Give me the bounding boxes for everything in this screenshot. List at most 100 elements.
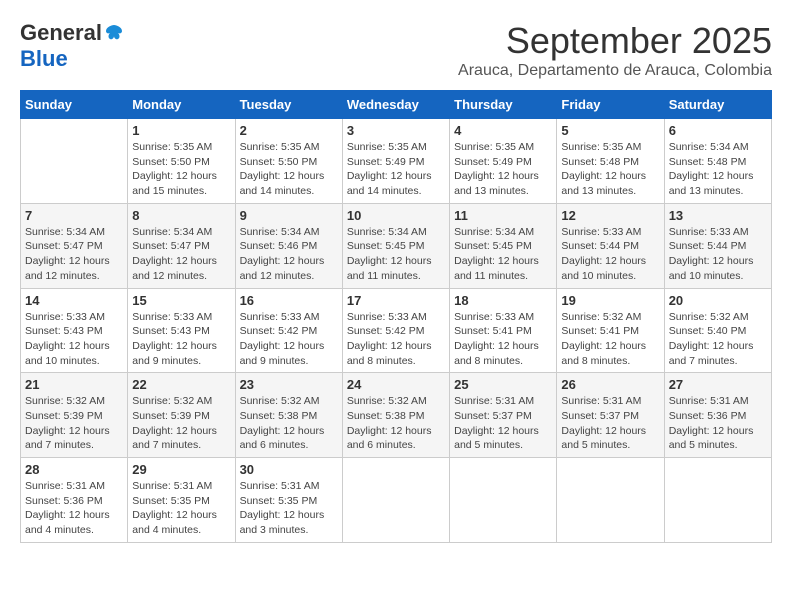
calendar-cell: 14Sunrise: 5:33 AM Sunset: 5:43 PM Dayli… [21, 288, 128, 373]
cell-sun-info: Sunrise: 5:33 AM Sunset: 5:41 PM Dayligh… [454, 310, 552, 369]
cell-sun-info: Sunrise: 5:35 AM Sunset: 5:49 PM Dayligh… [454, 140, 552, 199]
weekday-header-sunday: Sunday [21, 91, 128, 119]
day-number: 17 [347, 293, 445, 308]
calendar-cell: 26 Sunrise: 5:31 AM Sunset: 5:37 PM Dayli… [557, 373, 664, 458]
calendar-cell: 30Sunrise: 5:31 AM Sunset: 5:35 PM Dayli… [235, 458, 342, 543]
day-number: 7 [25, 208, 123, 223]
calendar-cell: 28 Sunrise: 5:31 AM Sunset: 5:36 PM Dayli… [21, 458, 128, 543]
calendar-cell [342, 458, 449, 543]
day-number: 12 [561, 208, 659, 223]
calendar-week-row: 7 Sunrise: 5:34 AM Sunset: 5:47 PM Daylig… [21, 203, 772, 288]
calendar-cell [21, 119, 128, 204]
calendar-cell: 17 Sunrise: 5:33 AM Sunset: 5:42 PM Dayli… [342, 288, 449, 373]
cell-sun-info: Sunrise: 5:33 AM Sunset: 5:42 PM Dayligh… [347, 310, 445, 369]
logo-blue: Blue [20, 46, 68, 72]
calendar-cell: 7 Sunrise: 5:34 AM Sunset: 5:47 PM Daylig… [21, 203, 128, 288]
day-number: 6 [669, 123, 767, 138]
cell-sun-info: Sunrise: 5:32 AM Sunset: 5:40 PM Dayligh… [669, 310, 767, 369]
day-number: 23 [240, 377, 338, 392]
calendar-cell [664, 458, 771, 543]
cell-sun-info: Sunrise: 5:32 AM Sunset: 5:41 PM Dayligh… [561, 310, 659, 369]
calendar-cell: 22 Sunrise: 5:32 AM Sunset: 5:39 PM Dayli… [128, 373, 235, 458]
calendar-header-row: SundayMondayTuesdayWednesdayThursdayFrid… [21, 91, 772, 119]
cell-sun-info: Sunrise: 5:32 AM Sunset: 5:38 PM Dayligh… [240, 394, 338, 453]
day-number: 1 [132, 123, 230, 138]
calendar-cell: 6 Sunrise: 5:34 AM Sunset: 5:48 PM Daylig… [664, 119, 771, 204]
cell-sun-info: Sunrise: 5:34 AM Sunset: 5:48 PM Dayligh… [669, 140, 767, 199]
weekday-header-friday: Friday [557, 91, 664, 119]
calendar-cell: 16Sunrise: 5:33 AM Sunset: 5:42 PM Dayli… [235, 288, 342, 373]
day-number: 22 [132, 377, 230, 392]
day-number: 26 [561, 377, 659, 392]
cell-sun-info: Sunrise: 5:34 AM Sunset: 5:47 PM Dayligh… [132, 225, 230, 284]
calendar-cell: 4 Sunrise: 5:35 AM Sunset: 5:49 PM Daylig… [450, 119, 557, 204]
cell-sun-info: Sunrise: 5:31 AM Sunset: 5:37 PM Dayligh… [561, 394, 659, 453]
calendar-cell: 19 Sunrise: 5:32 AM Sunset: 5:41 PM Dayli… [557, 288, 664, 373]
day-number: 3 [347, 123, 445, 138]
cell-sun-info: Sunrise: 5:32 AM Sunset: 5:39 PM Dayligh… [25, 394, 123, 453]
day-number: 24 [347, 377, 445, 392]
calendar-cell: 20 Sunrise: 5:32 AM Sunset: 5:40 PM Dayli… [664, 288, 771, 373]
calendar-cell: 15 Sunrise: 5:33 AM Sunset: 5:43 PM Dayli… [128, 288, 235, 373]
day-number: 2 [240, 123, 338, 138]
logo-bird-icon [104, 23, 124, 43]
cell-sun-info: Sunrise: 5:34 AM Sunset: 5:47 PM Dayligh… [25, 225, 123, 284]
cell-sun-info: Sunrise: 5:33 AM Sunset: 5:44 PM Dayligh… [561, 225, 659, 284]
calendar-cell: 2 Sunrise: 5:35 AM Sunset: 5:50 PM Daylig… [235, 119, 342, 204]
day-number: 29 [132, 462, 230, 477]
cell-sun-info: Sunrise: 5:31 AM Sunset: 5:35 PM Dayligh… [132, 479, 230, 538]
cell-sun-info: Sunrise: 5:31 AM Sunset: 5:36 PM Dayligh… [25, 479, 123, 538]
calendar-cell: 5 Sunrise: 5:35 AM Sunset: 5:48 PM Daylig… [557, 119, 664, 204]
weekday-header-monday: Monday [128, 91, 235, 119]
calendar-cell: 11 Sunrise: 5:34 AM Sunset: 5:45 PM Dayli… [450, 203, 557, 288]
calendar-cell: 25 Sunrise: 5:31 AM Sunset: 5:37 PM Dayli… [450, 373, 557, 458]
day-number: 8 [132, 208, 230, 223]
calendar-cell: 21Sunrise: 5:32 AM Sunset: 5:39 PM Dayli… [21, 373, 128, 458]
day-number: 28 [25, 462, 123, 477]
page-header: General Blue September 2025 Arauca, Depa… [20, 20, 772, 80]
calendar-table: SundayMondayTuesdayWednesdayThursdayFrid… [20, 90, 772, 543]
cell-sun-info: Sunrise: 5:35 AM Sunset: 5:50 PM Dayligh… [240, 140, 338, 199]
day-number: 25 [454, 377, 552, 392]
day-number: 14 [25, 293, 123, 308]
calendar-week-row: 21Sunrise: 5:32 AM Sunset: 5:39 PM Dayli… [21, 373, 772, 458]
weekday-header-saturday: Saturday [664, 91, 771, 119]
calendar-week-row: 1 Sunrise: 5:35 AM Sunset: 5:50 PM Daylig… [21, 119, 772, 204]
calendar-cell: 29 Sunrise: 5:31 AM Sunset: 5:35 PM Dayli… [128, 458, 235, 543]
day-number: 10 [347, 208, 445, 223]
day-number: 18 [454, 293, 552, 308]
calendar-cell: 8 Sunrise: 5:34 AM Sunset: 5:47 PM Daylig… [128, 203, 235, 288]
day-number: 15 [132, 293, 230, 308]
cell-sun-info: Sunrise: 5:33 AM Sunset: 5:43 PM Dayligh… [132, 310, 230, 369]
calendar-cell [450, 458, 557, 543]
calendar-cell: 27Sunrise: 5:31 AM Sunset: 5:36 PM Dayli… [664, 373, 771, 458]
month-title: September 2025 [458, 20, 772, 62]
day-number: 5 [561, 123, 659, 138]
cell-sun-info: Sunrise: 5:33 AM Sunset: 5:44 PM Dayligh… [669, 225, 767, 284]
day-number: 4 [454, 123, 552, 138]
calendar-cell: 9Sunrise: 5:34 AM Sunset: 5:46 PM Daylig… [235, 203, 342, 288]
calendar-cell: 24Sunrise: 5:32 AM Sunset: 5:38 PM Dayli… [342, 373, 449, 458]
day-number: 11 [454, 208, 552, 223]
calendar-cell [557, 458, 664, 543]
cell-sun-info: Sunrise: 5:35 AM Sunset: 5:48 PM Dayligh… [561, 140, 659, 199]
calendar-cell: 1 Sunrise: 5:35 AM Sunset: 5:50 PM Daylig… [128, 119, 235, 204]
calendar-cell: 13Sunrise: 5:33 AM Sunset: 5:44 PM Dayli… [664, 203, 771, 288]
calendar-cell: 23 Sunrise: 5:32 AM Sunset: 5:38 PM Dayli… [235, 373, 342, 458]
cell-sun-info: Sunrise: 5:32 AM Sunset: 5:39 PM Dayligh… [132, 394, 230, 453]
calendar-cell: 10 Sunrise: 5:34 AM Sunset: 5:45 PM Dayli… [342, 203, 449, 288]
weekday-header-thursday: Thursday [450, 91, 557, 119]
cell-sun-info: Sunrise: 5:35 AM Sunset: 5:50 PM Dayligh… [132, 140, 230, 199]
calendar-week-row: 28 Sunrise: 5:31 AM Sunset: 5:36 PM Dayli… [21, 458, 772, 543]
day-number: 16 [240, 293, 338, 308]
weekday-header-wednesday: Wednesday [342, 91, 449, 119]
calendar-cell: 3Sunrise: 5:35 AM Sunset: 5:49 PM Daylig… [342, 119, 449, 204]
cell-sun-info: Sunrise: 5:34 AM Sunset: 5:46 PM Dayligh… [240, 225, 338, 284]
calendar-cell: 18 Sunrise: 5:33 AM Sunset: 5:41 PM Dayli… [450, 288, 557, 373]
calendar-week-row: 14 Sunrise: 5:33 AM Sunset: 5:43 PM Dayli… [21, 288, 772, 373]
day-number: 20 [669, 293, 767, 308]
cell-sun-info: Sunrise: 5:31 AM Sunset: 5:37 PM Dayligh… [454, 394, 552, 453]
cell-sun-info: Sunrise: 5:34 AM Sunset: 5:45 PM Dayligh… [454, 225, 552, 284]
cell-sun-info: Sunrise: 5:34 AM Sunset: 5:45 PM Dayligh… [347, 225, 445, 284]
day-number: 19 [561, 293, 659, 308]
